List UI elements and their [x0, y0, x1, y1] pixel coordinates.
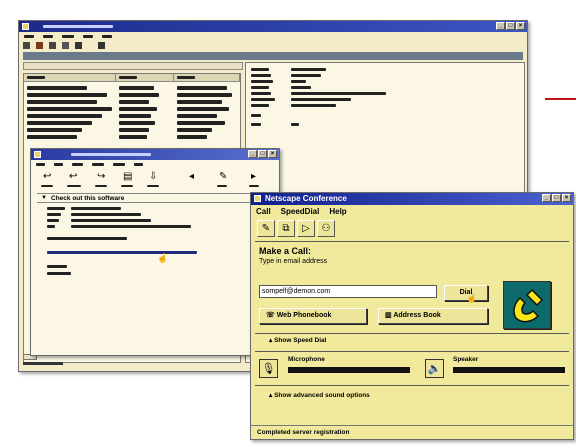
app-icon — [254, 195, 261, 202]
collaborative-browsing-icon[interactable]: ▷ — [297, 220, 315, 237]
back-window-title-text — [43, 25, 113, 28]
menu-item[interactable] — [54, 163, 63, 166]
conference-toolbar: ✎ ⧉ ▷ ⚇ — [257, 220, 335, 237]
address-bar[interactable] — [23, 52, 523, 60]
conference-menubar: Call SpeedDial Help — [251, 206, 573, 218]
next-icon[interactable]: ⇩ — [149, 171, 157, 182]
menu-item[interactable] — [113, 163, 125, 166]
column-header[interactable] — [116, 74, 174, 82]
toolbar-icon[interactable] — [98, 42, 105, 49]
toolbar-icon[interactable] — [23, 42, 30, 49]
mail-message-window: _ □ × ↩ ↩ ↪ ▤ ⇩ ◂ ✎ ▸ ▼ Check out this s… — [30, 148, 280, 356]
mail-window-titlebar[interactable]: _ □ × — [31, 149, 279, 160]
conference-titlebar[interactable]: Netscape Conference _ □ × — [251, 193, 573, 205]
status-bar: Completed server registration — [251, 425, 573, 439]
mail-window-title-text — [71, 153, 151, 156]
window-title: Netscape Conference — [265, 194, 347, 203]
forward-icon[interactable]: ↪ — [97, 171, 105, 182]
menu-item[interactable] — [134, 163, 143, 166]
close-button[interactable]: × — [516, 22, 525, 30]
web-phonebook-label: Web Phonebook — [276, 312, 332, 319]
advanced-options-toggle[interactable]: ▴ Show advanced sound options — [269, 391, 370, 399]
collapse-arrow-icon[interactable]: ▼ — [41, 195, 47, 201]
message-header-strip: ▼ Check out this software — [37, 193, 275, 203]
toolbar-icon[interactable] — [62, 42, 69, 49]
file-icon[interactable]: ▤ — [123, 171, 132, 182]
whiteboard-icon[interactable]: ✎ — [257, 220, 275, 237]
netscape-conference-window: Netscape Conference _ □ × Call SpeedDial… — [250, 192, 574, 440]
message-body-line — [47, 272, 71, 275]
print-icon[interactable]: ◂ — [189, 171, 194, 182]
divider — [255, 385, 569, 386]
message-body-line — [47, 265, 67, 268]
menu-speeddial[interactable]: SpeedDial — [281, 206, 320, 218]
email-address-input[interactable]: sompelf@demon.com — [259, 285, 437, 298]
menu-item[interactable] — [24, 35, 34, 38]
speaker-level-meter[interactable] — [453, 367, 565, 373]
menu-item[interactable] — [102, 35, 112, 38]
delete-icon[interactable]: ✎ — [219, 171, 227, 182]
menu-call[interactable]: Call — [256, 206, 271, 218]
web-phonebook-button[interactable]: ☏ Web Phonebook — [259, 308, 367, 324]
mail-toolbar: ↩ ↩ ↪ ▤ ⇩ ◂ ✎ ▸ — [39, 171, 275, 191]
menu-item[interactable] — [62, 35, 74, 38]
speaker-label: Speaker — [453, 356, 479, 363]
address-book-button[interactable]: ▥ Address Book — [378, 308, 488, 324]
maximize-button[interactable]: □ — [552, 194, 561, 202]
back-window-titlebar[interactable]: _ □ × — [19, 21, 527, 32]
toolbar-icon[interactable] — [75, 42, 82, 49]
divider — [255, 241, 569, 242]
close-button[interactable]: × — [562, 194, 571, 202]
back-menubar — [19, 32, 527, 41]
stop-icon[interactable]: ▸ — [251, 171, 256, 182]
connector-line — [545, 98, 576, 100]
app-icon — [34, 151, 41, 158]
maximize-button[interactable]: □ — [258, 150, 267, 158]
minimize-button[interactable]: _ — [248, 150, 257, 158]
close-button[interactable]: × — [268, 150, 277, 158]
mouse-cursor-icon: ☝ — [157, 253, 169, 263]
message-link[interactable] — [47, 251, 197, 254]
file-exchange-icon[interactable]: ⧉ — [277, 220, 295, 237]
microphone-label: Microphone — [288, 356, 325, 363]
menu-item[interactable] — [72, 163, 83, 166]
reply-all-icon[interactable]: ↩ — [69, 171, 77, 182]
column-header[interactable] — [174, 74, 240, 82]
phone-handset-icon[interactable] — [503, 281, 551, 329]
show-speed-dial-label: Show Speed Dial — [274, 337, 327, 344]
app-icon — [22, 23, 29, 30]
divider — [255, 351, 569, 352]
status-text: Completed server registration — [257, 429, 350, 436]
status-text — [23, 362, 63, 365]
maximize-button[interactable]: □ — [506, 22, 515, 30]
message-body-line — [47, 237, 127, 240]
filter-field[interactable] — [23, 62, 243, 70]
microphone-icon[interactable]: 🎙 — [259, 359, 278, 378]
message-subject-heading: Check out this software — [51, 195, 125, 202]
make-call-label: Make a Call: — [259, 246, 312, 256]
menu-item[interactable] — [83, 35, 93, 38]
mail-menubar — [31, 160, 279, 169]
show-speed-dial-toggle[interactable]: ▴ Show Speed Dial — [269, 336, 326, 344]
chat-icon[interactable]: ⚇ — [317, 220, 335, 237]
back-toolbar — [23, 42, 105, 49]
menu-item[interactable] — [36, 163, 45, 166]
menu-item[interactable] — [92, 163, 104, 166]
menu-item[interactable] — [43, 35, 53, 38]
phonebook-icon: ☏ — [266, 312, 277, 319]
advanced-options-label: Show advanced sound options — [274, 392, 370, 399]
address-book-label: Address Book — [393, 312, 441, 319]
mouse-cursor-icon: ☝ — [466, 293, 478, 303]
menu-help[interactable]: Help — [329, 206, 346, 218]
column-header[interactable] — [24, 74, 116, 82]
speaker-icon[interactable]: 🔈 — [425, 359, 444, 378]
divider — [255, 333, 569, 334]
email-prompt: Type in email address — [259, 258, 328, 265]
toolbar-icon[interactable] — [36, 42, 43, 49]
reply-icon[interactable]: ↩ — [43, 171, 51, 182]
microphone-level-meter[interactable] — [288, 367, 410, 373]
minimize-button[interactable]: _ — [496, 22, 505, 30]
toolbar-icon[interactable] — [49, 42, 56, 49]
minimize-button[interactable]: _ — [542, 194, 551, 202]
